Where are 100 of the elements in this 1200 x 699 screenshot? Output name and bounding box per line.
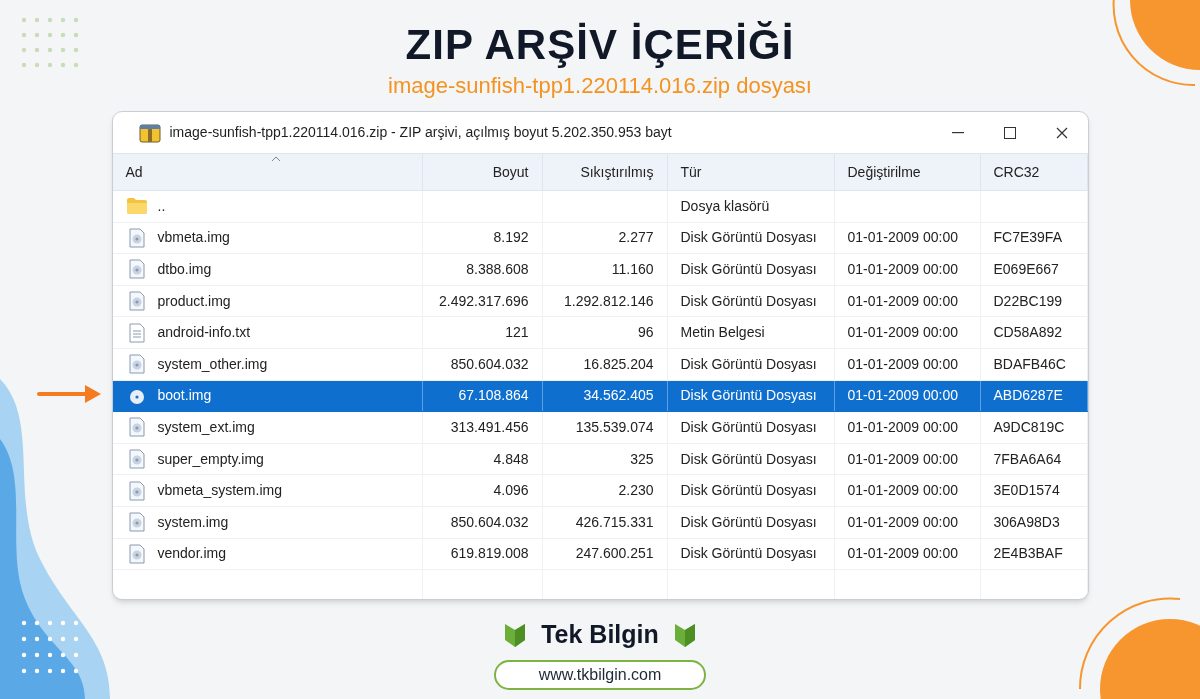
- file-name-cell-text: vbmeta.img: [157, 228, 230, 248]
- file-row[interactable]: boot.img 67.108.864 34.562.405 Disk Görüntü Dosyası 01-01-2009 00:00 ABD6287E: [112, 380, 1088, 413]
- window-title: image-sunfish-tpp1.220114.016.zip - ZIP arşivi, açılmış boyut 5.202.350.953 bayt: [169, 123, 672, 142]
- packed-size-cell-text: 34.562.405: [583, 386, 654, 406]
- minimize-icon: [951, 131, 964, 134]
- type-cell-text: Metin Belgesi: [680, 323, 765, 343]
- brand-name: Tek Bilgin: [541, 619, 659, 650]
- file-name-cell-text: system_ext.img: [157, 417, 255, 437]
- column-header[interactable]: Ad: [112, 154, 423, 190]
- file-name-cell-text: system_other.img: [157, 354, 268, 374]
- modified-cell-text: 01-01-2009 00:00: [847, 228, 959, 248]
- modified-cell-text: 01-01-2009 00:00: [847, 354, 959, 374]
- type-cell-text: Disk Görüntü Dosyası: [680, 449, 817, 469]
- file-row[interactable]: product.img 2.492.317.696 1.292.812.146 Disk Görüntü Dosyası 01-01-2009 00:00 D22BC199: [112, 285, 1088, 318]
- type-cell-text: Disk Görüntü Dosyası: [680, 228, 817, 248]
- size-cell-text: 2.492.317.696: [438, 291, 529, 311]
- type-cell-text: Disk Görüntü Dosyası: [680, 417, 817, 437]
- file-row[interactable]: system.img 850.604.032 426.715.331 Disk Görüntü Dosyası 01-01-2009 00:00 306A98D3: [112, 506, 1088, 539]
- type-cell-text: Dosya klasörü: [680, 196, 770, 216]
- crc-cell-text: D22BC199: [993, 291, 1062, 311]
- packed-size-cell-text: 2.277: [618, 228, 654, 248]
- text-file-icon: [128, 322, 145, 343]
- type-cell-text: Disk Görüntü Dosyası: [680, 354, 817, 374]
- file-name-cell-text: super_empty.img: [157, 449, 264, 469]
- file-name-cell-text: product.img: [157, 291, 231, 311]
- disk-image-icon: [128, 480, 145, 501]
- archive-icon: [138, 122, 161, 143]
- file-row[interactable]: vendor.img 619.819.008 247.600.251 Disk Görüntü Dosyası 01-01-2009 00:00 2E4B3BAF: [112, 538, 1088, 571]
- packed-size-cell-text: 426.715.331: [575, 512, 654, 532]
- crc-cell-text: 2E4B3BAF: [993, 544, 1063, 564]
- crc-cell-text: BDAFB46C: [993, 354, 1066, 374]
- disk-image-icon: [128, 449, 145, 470]
- disk-image-icon: [128, 354, 145, 375]
- page-subtitle: image-sunfish-tpp1.220114.016.zip dosyası: [388, 72, 812, 100]
- file-row[interactable]: system_ext.img 313.491.456 135.539.074 Disk Görüntü Dosyası 01-01-2009 00:00 A9DC819C: [112, 412, 1088, 444]
- size-cell-text: 850.604.032: [450, 512, 529, 532]
- packed-size-cell-text: 1.292.812.146: [563, 291, 654, 311]
- crc-cell-text: 306A98D3: [993, 512, 1060, 532]
- modified-cell-text: 01-01-2009 00:00: [847, 386, 959, 406]
- disk-image-icon: [128, 227, 145, 248]
- website-link[interactable]: www.tkbilgin.com: [494, 659, 706, 690]
- file-row[interactable]: vbmeta.img 8.192 2.277 Disk Görüntü Dosyası 01-01-2009 00:00 FC7E39FA: [112, 222, 1088, 255]
- close-icon: [1055, 126, 1068, 139]
- disk-image-icon: [128, 543, 145, 564]
- file-name-cell-text: system.img: [157, 512, 229, 532]
- size-cell-text: 67.108.864: [458, 386, 529, 406]
- disk-image-icon: [128, 291, 145, 312]
- file-name-cell-text: vbmeta_system.img: [157, 481, 282, 501]
- file-name-cell-text: boot.img: [157, 386, 212, 406]
- disk-image-icon: [128, 259, 145, 280]
- modified-cell-text: 01-01-2009 00:00: [847, 481, 959, 501]
- sort-ascending-icon: [270, 156, 281, 162]
- file-name-cell-text: vendor.img: [157, 544, 226, 564]
- packed-size-cell-text: 2.230: [618, 481, 654, 501]
- size-cell-text: 313.491.456: [450, 417, 529, 437]
- file-name-cell-text: ..: [157, 196, 166, 216]
- packed-size-cell-text: 135.539.074: [575, 417, 654, 437]
- packed-size-cell-text: 96: [637, 323, 654, 343]
- column-header[interactable]: Değiştirilme: [834, 154, 981, 190]
- modified-cell-text: 01-01-2009 00:00: [847, 323, 959, 343]
- modified-cell-text: 01-01-2009 00:00: [847, 512, 959, 532]
- size-cell-text: 8.388.608: [466, 260, 529, 279]
- file-row[interactable]: super_empty.img 4.848 325 Disk Görüntü Dosyası 01-01-2009 00:00 7FBA6A64: [112, 443, 1088, 476]
- size-cell-text: 4.096: [493, 481, 529, 501]
- size-cell-text: 619.819.008: [450, 544, 529, 564]
- file-row[interactable]: .. Dosya klasörü: [112, 191, 1088, 223]
- type-cell-text: Disk Görüntü Dosyası: [680, 260, 817, 279]
- modified-cell-text: 01-01-2009 00:00: [847, 449, 959, 469]
- file-row[interactable]: system_other.img 850.604.032 16.825.204 Disk Görüntü Dosyası 01-01-2009 00:00 BDAFB46C: [112, 348, 1088, 381]
- size-cell-text: 8.192: [493, 228, 529, 248]
- crc-cell-text: CD58A892: [993, 323, 1062, 343]
- crc-cell-text: 7FBA6A64: [993, 449, 1062, 469]
- column-header[interactable]: CRC32: [980, 154, 1088, 190]
- maximize-icon: [1003, 126, 1016, 139]
- modified-cell-text: 01-01-2009 00:00: [847, 417, 959, 437]
- disk-image-icon: [128, 417, 145, 438]
- folder-icon: [125, 197, 148, 216]
- crc-cell-text: ABD6287E: [993, 386, 1063, 406]
- crc-cell-text: FC7E39FA: [993, 228, 1062, 248]
- column-header[interactable]: Tür: [667, 154, 835, 190]
- packed-size-cell-text: 16.825.204: [583, 354, 654, 374]
- column-header[interactable]: Sıkıştırılmış: [542, 154, 668, 190]
- disk-image-icon: [128, 512, 145, 533]
- packed-size-cell-text: 325: [630, 449, 654, 469]
- crc-cell-text: 3E0D1574: [993, 481, 1060, 501]
- file-row[interactable]: android-info.txt 121 96 Metin Belgesi 01-01-2009 00:00 CD58A892: [112, 317, 1088, 349]
- type-cell-text: Disk Görüntü Dosyası: [680, 512, 817, 532]
- size-cell-text: 850.604.032: [450, 354, 529, 374]
- leaf-icon: [505, 621, 526, 648]
- packed-size-cell-text: 11.160: [611, 260, 654, 279]
- pointer-arrow-icon: [36, 383, 103, 405]
- file-name-cell-text: android-info.txt: [157, 323, 251, 343]
- leaf-icon: [674, 621, 695, 648]
- type-cell-text: Disk Görüntü Dosyası: [680, 291, 817, 311]
- size-cell-text: 121: [505, 323, 529, 343]
- column-header[interactable]: Boyut: [422, 154, 543, 190]
- file-row[interactable]: dtbo.img 8.388.608 11.160 Disk Görüntü Dosyası 01-01-2009 00:00 E069E667: [112, 254, 1088, 286]
- file-row[interactable]: vbmeta_system.img 4.096 2.230 Disk Görüntü Dosyası 01-01-2009 00:00 3E0D1574: [112, 475, 1088, 507]
- packed-size-cell-text: 247.600.251: [575, 544, 654, 564]
- modified-cell-text: 01-01-2009 00:00: [847, 544, 959, 564]
